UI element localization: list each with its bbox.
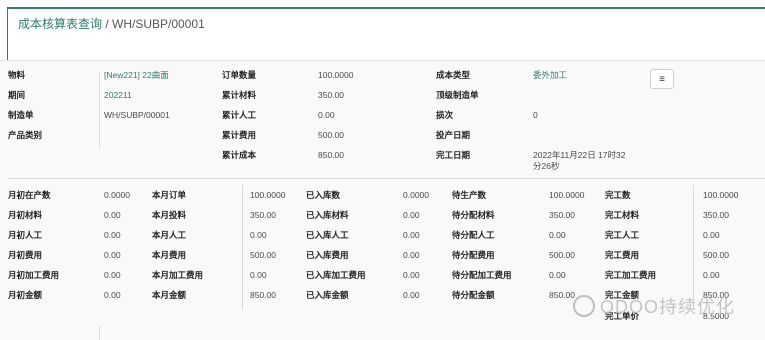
grid-value: 100.0000 [549, 190, 585, 200]
grid-value: 0.00 [104, 210, 121, 220]
category-label: 产品类别 [8, 130, 43, 140]
grid-label: 完工加工费用 [605, 270, 657, 280]
grid-label: 待生产数 [452, 190, 487, 200]
grid-label: 月初人工 [8, 230, 43, 240]
label-divider [99, 72, 100, 148]
grid-label: 待分配费用 [452, 250, 495, 260]
loss-label: 损次 [436, 110, 454, 120]
section-divider [8, 178, 765, 179]
grid-value: 0.00 [250, 230, 267, 240]
grid-label: 已入库人工 [306, 230, 349, 240]
cum-material-value: 350.00 [318, 90, 344, 100]
grid-value: 0.0000 [403, 190, 429, 200]
grid-value: 0.00 [403, 290, 420, 300]
grid-divider [242, 185, 243, 310]
grid-label: 待分配加工费用 [452, 270, 512, 280]
grid-label: 月初在产数 [8, 190, 51, 200]
material-label: 物料 [8, 70, 26, 80]
grid-value: 100.0000 [703, 190, 739, 200]
breadcrumb-current: WH/SUBP/00001 [112, 17, 205, 31]
grid-value: 0.00 [549, 270, 566, 280]
cum-expense-label: 累计费用 [222, 130, 257, 140]
grid-value: 0.00 [549, 230, 566, 240]
cum-material-label: 累计材料 [222, 90, 257, 100]
grid-value: 0.00 [703, 230, 720, 240]
grid-value: 0.00 [250, 270, 267, 280]
cum-labor-label: 累计人工 [222, 110, 257, 120]
wechat-icon [573, 295, 595, 317]
breadcrumb-parent[interactable]: 成本核算表查询 [18, 17, 102, 31]
grid-label: 已入库加工费用 [306, 270, 366, 280]
grid-label: 已入库数 [306, 190, 341, 200]
grid-value: 0.00 [104, 250, 121, 260]
grid-value: 0.00 [403, 230, 420, 240]
menu-button[interactable]: ≡ [650, 69, 674, 89]
grid-label: 已入库金额 [306, 290, 349, 300]
grid-value: 350.00 [703, 210, 729, 220]
grid-value: 0.00 [104, 270, 121, 280]
top-mo-label: 顶级制造单 [436, 90, 479, 100]
grid-value: 0.00 [403, 270, 420, 280]
grid-value: 0.00 [104, 290, 121, 300]
finish-date-label: 完工日期 [436, 150, 471, 160]
cum-labor-value: 0.00 [318, 110, 335, 120]
grid-value: 850.00 [549, 290, 575, 300]
grid-label: 完工人工 [605, 230, 640, 240]
grid-label: 待分配金额 [452, 290, 495, 300]
grid-label: 本月加工费用 [152, 270, 204, 280]
grid-value: 850.00 [250, 290, 276, 300]
period-value[interactable]: 202211 [104, 90, 132, 101]
grid-label: 本月投料 [152, 210, 187, 220]
grid-label: 待分配人工 [452, 230, 495, 240]
grid-label: 待分配材料 [452, 210, 495, 220]
cum-cost-label: 累计成本 [222, 150, 257, 160]
watermark: ODOO持续优化 [573, 293, 735, 319]
grid-divider-right [693, 185, 694, 310]
grid-value: 0.00 [403, 210, 420, 220]
grid-label: 已入库费用 [306, 250, 349, 260]
grid-value: 350.00 [250, 210, 276, 220]
grid-label: 月初金额 [8, 290, 43, 300]
grid-value: 0.0000 [104, 190, 130, 200]
order-qty-value: 100.0000 [318, 70, 354, 80]
cost-type-value[interactable]: 委外加工 [533, 70, 567, 81]
material-value[interactable]: [New221] 22曲面 [104, 70, 169, 81]
watermark-text: ODOO持续优化 [600, 297, 736, 317]
grid-value: 0.00 [403, 250, 420, 260]
grid-label: 本月金额 [152, 290, 187, 300]
grid-label: 月初材料 [8, 210, 43, 220]
grid-label: 本月人工 [152, 230, 187, 240]
grid-label: 完工费用 [605, 250, 640, 260]
label-divider-bottom [99, 326, 100, 340]
loss-value: 0 [533, 110, 538, 120]
grid-label: 月初加工费用 [8, 270, 60, 280]
cum-expense-value: 500.00 [318, 130, 344, 140]
mo-label: 制造单 [8, 110, 34, 120]
mo-value: WH/SUBP/00001 [104, 110, 170, 120]
start-date-label: 投产日期 [436, 130, 471, 140]
breadcrumb: 成本核算表查询 / WH/SUBP/00001 [18, 15, 205, 32]
hamburger-icon: ≡ [659, 73, 665, 85]
grid-value: 500.00 [250, 250, 276, 260]
grid-value: 100.0000 [250, 190, 286, 200]
cum-cost-value: 850.00 [318, 150, 344, 160]
grid-label: 完工材料 [605, 210, 640, 220]
cost-type-label: 成本类型 [436, 70, 471, 80]
top-border [7, 7, 765, 9]
grid-label: 本月费用 [152, 250, 187, 260]
grid-label: 月初费用 [8, 250, 43, 260]
grid-value: 500.00 [703, 250, 729, 260]
period-label: 期间 [8, 90, 26, 100]
order-qty-label: 订单数量 [222, 70, 257, 80]
grid-label: 完工数 [605, 190, 631, 200]
grid-label: 本月订单 [152, 190, 187, 200]
finish-date-value: 2022年11月22日 17时32分26秒 [533, 150, 626, 171]
grid-value: 0.00 [104, 230, 121, 240]
grid-value: 0.00 [703, 270, 720, 280]
grid-value: 500.00 [549, 250, 575, 260]
grid-label: 已入库材料 [306, 210, 349, 220]
grid-value: 350.00 [549, 210, 575, 220]
